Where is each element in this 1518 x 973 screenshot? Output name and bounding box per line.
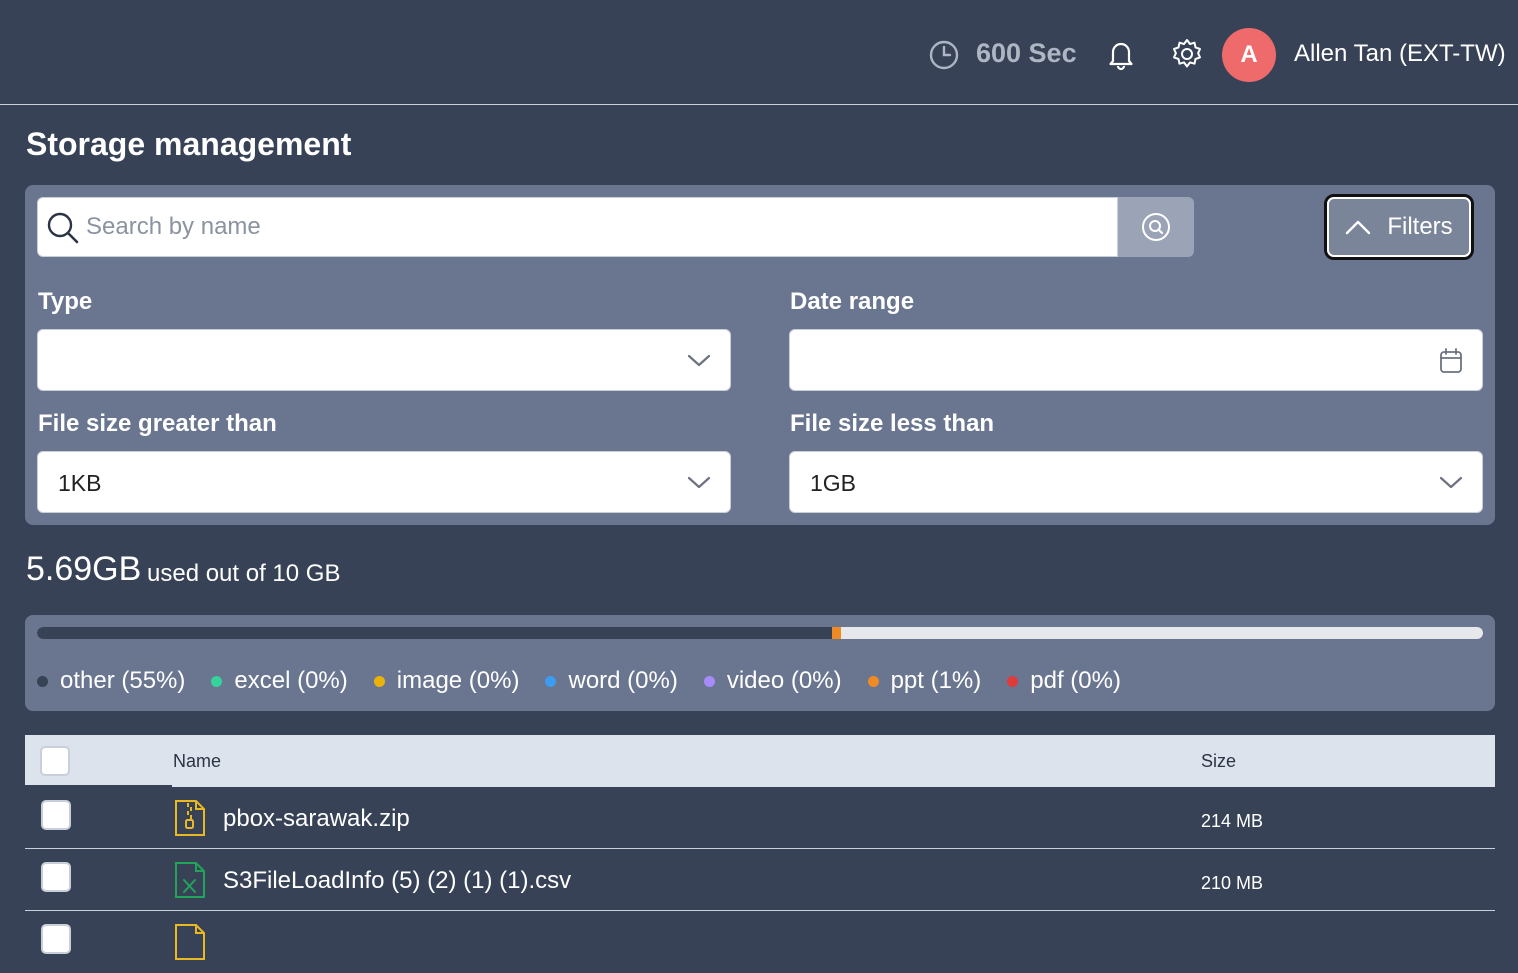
bell-icon[interactable] [1104, 37, 1138, 71]
search-submit-icon [1142, 213, 1170, 241]
file-name: pbox-sarawak.zip [223, 805, 410, 832]
row-checkbox[interactable] [41, 800, 71, 830]
search-input[interactable] [86, 206, 1106, 248]
storage-usage-bar [37, 627, 1483, 639]
legend-label: ppt (1%) [890, 667, 982, 694]
row-checkbox[interactable] [41, 862, 71, 892]
page-title: Storage management [26, 126, 352, 162]
column-header-name[interactable]: Name [173, 751, 221, 772]
chevron-up-icon [1346, 220, 1371, 235]
legend-item: image (0%) [373, 667, 520, 695]
row-checkbox[interactable] [41, 924, 71, 954]
legend-label: word (0%) [568, 667, 678, 694]
zip-file-icon [175, 800, 205, 836]
usage-panel: other (55%) excel (0%) image (0%) word (0%)… [25, 615, 1495, 711]
size-less-select[interactable]: 1GB [789, 451, 1483, 513]
file-size: 214 MB [1201, 811, 1264, 831]
size-less-value: 1GB [810, 470, 857, 496]
date-range-label: Date range [790, 288, 915, 315]
type-select[interactable] [37, 329, 731, 391]
legend-item: pdf (0%) [1007, 667, 1121, 695]
storage-total-text: used out of 10 GB [147, 560, 341, 587]
calendar-icon [1440, 348, 1462, 373]
search-icon [47, 212, 79, 244]
table-row[interactable]: pbox-sarawak.zip 214 MB [25, 787, 1495, 849]
chevron-down-icon [1439, 476, 1463, 489]
excel-file-icon [175, 862, 205, 898]
gear-icon[interactable] [1170, 37, 1204, 71]
storage-used-value: 5.69GB [26, 550, 142, 588]
date-range-input[interactable] [789, 329, 1483, 391]
search-box [37, 197, 1118, 257]
table-row[interactable]: S3FileLoadInfo (5) (2) (1) (1).csv 210 M… [25, 849, 1495, 911]
filter-panel: Filters Type Date range File size greate… [25, 185, 1495, 525]
legend-label: excel (0%) [234, 667, 348, 694]
filters-toggle-button[interactable]: Filters [1324, 194, 1474, 260]
files-table: Name Size pbox-sarawak.zip 214 MB S3File… [25, 735, 1495, 973]
user-name[interactable]: Allen Tan (EXT-TW) [1294, 40, 1506, 68]
table-header: Name Size [25, 735, 1495, 787]
legend-dot-icon [867, 675, 879, 687]
legend-dot-icon [373, 675, 385, 687]
select-all-checkbox[interactable] [40, 746, 70, 776]
column-header-size[interactable]: Size [1201, 751, 1236, 772]
file-name: S3FileLoadInfo (5) (2) (1) (1).csv [223, 867, 572, 894]
legend-dot-icon [545, 675, 557, 687]
file-size: 210 MB [1201, 873, 1264, 893]
usage-bar-ppt [832, 627, 841, 639]
avatar[interactable]: A [1222, 28, 1276, 82]
chevron-down-icon [687, 354, 711, 367]
top-bar: 600 Sec A Allen Tan (EXT-TW) [0, 0, 1518, 105]
select-all-cell [25, 735, 172, 787]
session-timer: 600 Sec [976, 38, 1077, 68]
legend-dot-icon [37, 675, 48, 687]
size-greater-select[interactable]: 1KB [37, 451, 731, 513]
size-less-label: File size less than [790, 410, 995, 437]
usage-legend: other (55%) excel (0%) image (0%) word (0%)… [37, 667, 1121, 695]
size-greater-label: File size greater than [38, 410, 277, 437]
legend-label: pdf (0%) [1030, 667, 1121, 694]
legend-label: video (0%) [726, 667, 842, 694]
legend-item: video (0%) [703, 667, 842, 695]
legend-item: ppt (1%) [867, 667, 982, 695]
legend-item: excel (0%) [211, 667, 348, 695]
size-greater-value: 1KB [58, 470, 102, 496]
legend-dot-icon [703, 675, 715, 687]
filters-label: Filters [1387, 213, 1453, 240]
legend-label: other (55%) [60, 667, 186, 694]
zip-file-icon [175, 924, 205, 960]
clock-icon [929, 40, 959, 70]
legend-item: other (55%) [37, 667, 185, 695]
legend-dot-icon [1007, 675, 1019, 687]
type-label: Type [38, 288, 93, 315]
usage-bar-other [37, 627, 833, 639]
legend-dot-icon [211, 675, 223, 687]
legend-item: word (0%) [545, 667, 678, 695]
table-row-partial[interactable] [25, 911, 1495, 973]
search-button[interactable] [1118, 197, 1194, 257]
chevron-down-icon [687, 476, 711, 489]
legend-label: image (0%) [396, 667, 520, 694]
